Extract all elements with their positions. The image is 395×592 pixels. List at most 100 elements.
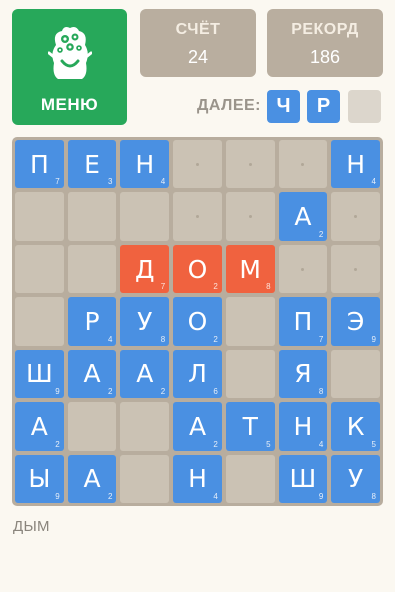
tile-points: 4 bbox=[318, 439, 324, 449]
tile-letter: А bbox=[83, 464, 101, 494]
letter-tile[interactable]: О2 bbox=[173, 297, 222, 346]
board-cell[interactable] bbox=[225, 349, 275, 399]
letter-tile[interactable]: Ш9 bbox=[15, 349, 64, 399]
tile-letter: Р bbox=[84, 306, 100, 336]
letter-tile[interactable]: А2 bbox=[173, 402, 222, 451]
tile-letter: П bbox=[29, 149, 49, 179]
board-cell[interactable] bbox=[278, 244, 328, 294]
letter-tile[interactable]: А2 bbox=[15, 402, 64, 451]
tile-letter: О bbox=[187, 254, 208, 284]
tile-letter: А bbox=[188, 411, 207, 441]
tile-letter: Н bbox=[293, 411, 313, 441]
board-cell[interactable] bbox=[225, 454, 275, 503]
score-box: СЧЁТ 24 bbox=[140, 9, 256, 77]
board-cell[interactable] bbox=[225, 192, 275, 241]
tile-points: 7 bbox=[55, 177, 60, 187]
tile-letter: Т bbox=[242, 411, 258, 441]
letter-tile[interactable]: У8 bbox=[120, 297, 170, 346]
tile-letter: Н bbox=[346, 149, 366, 179]
letter-tile[interactable]: Ы9 bbox=[15, 454, 64, 503]
letter-tile[interactable]: О2 bbox=[173, 244, 222, 294]
letter-tile[interactable]: Н4 bbox=[120, 140, 170, 189]
tile-points: 4 bbox=[160, 177, 166, 187]
board-cell[interactable] bbox=[331, 349, 380, 399]
tile-letter: Н bbox=[135, 149, 155, 179]
board-cell[interactable] bbox=[278, 140, 328, 189]
letter-tile[interactable]: А2 bbox=[278, 192, 328, 241]
tile-points: 2 bbox=[213, 439, 218, 449]
board-cell[interactable] bbox=[120, 402, 170, 451]
next-label: ДАЛЕЕ: bbox=[196, 97, 261, 114]
tile-points: 2 bbox=[107, 387, 113, 397]
current-word: ДЫМ bbox=[13, 518, 50, 535]
tile-points: 9 bbox=[55, 491, 60, 501]
letter-tile[interactable]: К5 bbox=[331, 402, 380, 451]
tile-letter: А bbox=[294, 202, 312, 232]
tile-points: 9 bbox=[371, 334, 376, 344]
record-value: 186 bbox=[309, 47, 341, 67]
letter-tile[interactable]: А2 bbox=[67, 349, 117, 399]
tile-points: 8 bbox=[266, 282, 271, 292]
board-cell[interactable] bbox=[67, 402, 117, 451]
letter-tile[interactable]: У8 bbox=[331, 454, 380, 503]
letter-tile[interactable]: М8 bbox=[225, 244, 275, 294]
menu-button[interactable]: МЕНЮ bbox=[12, 9, 127, 125]
tile-points: 2 bbox=[213, 334, 218, 344]
tile-points: 2 bbox=[107, 491, 113, 501]
board-cell[interactable] bbox=[173, 192, 222, 241]
tile-letter: Ш bbox=[289, 464, 317, 494]
tile-points: 8 bbox=[318, 387, 324, 397]
letter-tile[interactable]: Н4 bbox=[331, 140, 380, 189]
board-cell[interactable] bbox=[15, 297, 64, 346]
letter-tile[interactable]: Т5 bbox=[225, 402, 275, 451]
letter-tile[interactable]: Е3 bbox=[67, 140, 117, 189]
board-cell[interactable] bbox=[331, 192, 380, 241]
letter-tile[interactable]: А2 bbox=[120, 349, 170, 399]
tile-points: 7 bbox=[318, 334, 324, 344]
tile-letter: У bbox=[137, 306, 153, 336]
tile-letter: Е bbox=[84, 149, 100, 179]
board-cell[interactable] bbox=[120, 192, 170, 241]
board-cell[interactable] bbox=[225, 297, 275, 346]
tile-letter: Э bbox=[346, 306, 365, 336]
tile-points: 6 bbox=[213, 387, 218, 397]
letter-tile[interactable]: П7 bbox=[15, 140, 64, 189]
letter-tile[interactable]: Ш9 bbox=[278, 454, 328, 503]
tile-points: 2 bbox=[318, 229, 324, 239]
tile-points: 3 bbox=[107, 177, 113, 187]
tile-letter: Д bbox=[135, 254, 155, 284]
tile-letter: К bbox=[346, 411, 365, 441]
tile-letter: Ш bbox=[25, 359, 53, 389]
tile-points: 2 bbox=[213, 282, 218, 292]
next-tile-1: Ч bbox=[267, 90, 300, 123]
board-cell[interactable] bbox=[15, 244, 64, 294]
board-cell[interactable] bbox=[67, 192, 117, 241]
menu-label: МЕНЮ bbox=[40, 95, 99, 114]
letter-tile[interactable]: Р4 bbox=[67, 297, 117, 346]
letter-tile[interactable]: Л6 bbox=[173, 349, 222, 399]
tile-points: 9 bbox=[318, 491, 324, 501]
score-value: 24 bbox=[187, 47, 209, 67]
board-cell[interactable] bbox=[331, 244, 380, 294]
tile-letter: А bbox=[136, 359, 154, 389]
tile-letter: О bbox=[187, 306, 208, 336]
tile-letter: Л bbox=[188, 359, 207, 389]
letter-tile[interactable]: Д7 bbox=[120, 244, 170, 294]
tile-points: 8 bbox=[371, 491, 376, 501]
tile-letter: М bbox=[239, 254, 261, 284]
letter-tile[interactable]: Я8 bbox=[278, 349, 328, 399]
board-cell[interactable] bbox=[173, 140, 222, 189]
letter-tile[interactable]: А2 bbox=[67, 454, 117, 503]
letter-tile[interactable]: Н4 bbox=[173, 454, 222, 503]
tile-letter: У bbox=[348, 464, 364, 494]
letter-tile[interactable]: Э9 bbox=[331, 297, 380, 346]
letter-tile[interactable]: Н4 bbox=[278, 402, 328, 451]
game-board: П7Е3Н4Н4А2Д7О2М8Р4У8О2П7Э9Ш9А2А2Л6Я8А2А2… bbox=[12, 137, 383, 506]
letter-tile[interactable]: П7 bbox=[278, 297, 328, 346]
tile-points: 7 bbox=[160, 282, 166, 292]
tile-points: 9 bbox=[55, 387, 60, 397]
board-cell[interactable] bbox=[225, 140, 275, 189]
board-cell[interactable] bbox=[67, 244, 117, 294]
board-cell[interactable] bbox=[120, 454, 170, 503]
board-cell[interactable] bbox=[15, 192, 64, 241]
